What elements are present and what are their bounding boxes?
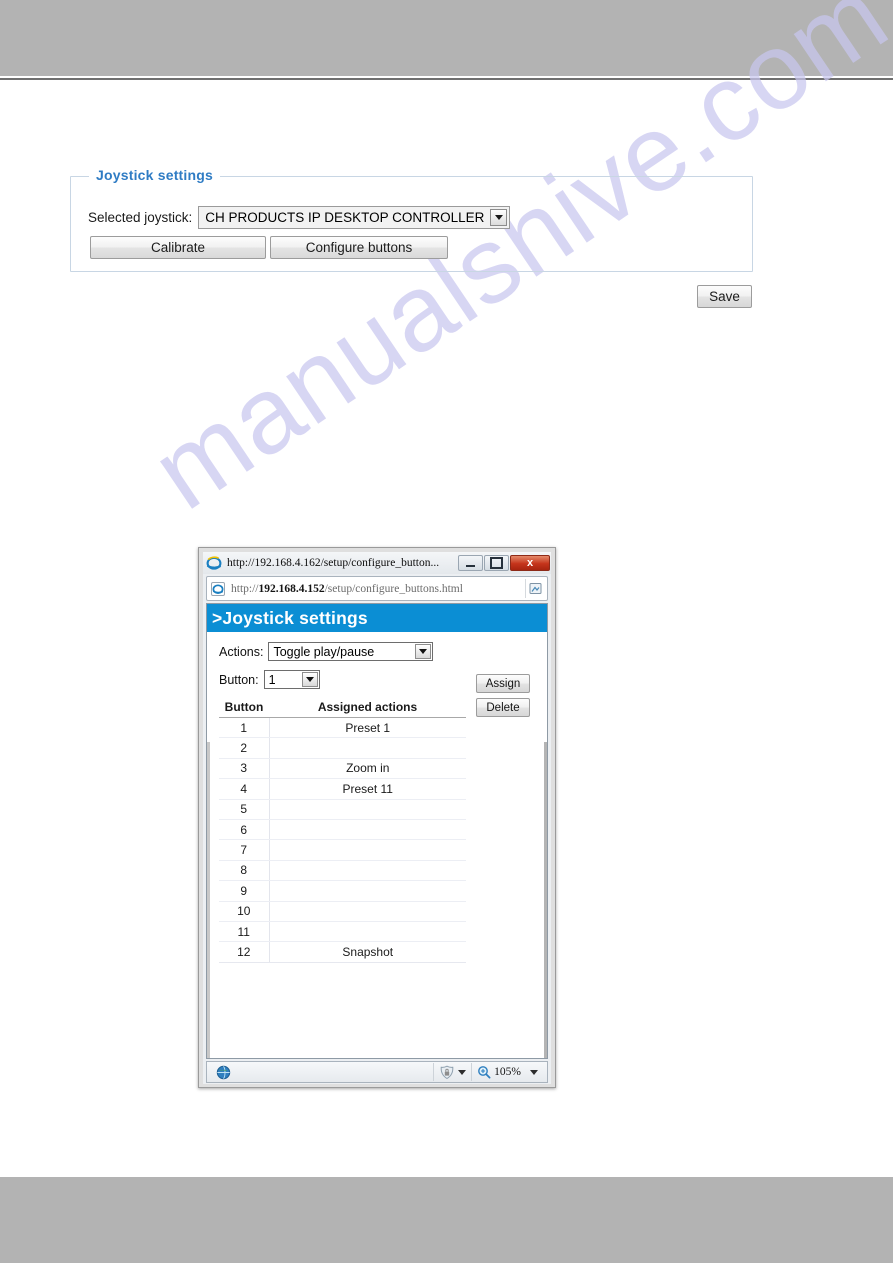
address-bar-ie-icon (210, 581, 226, 597)
cell-button: 5 (219, 799, 270, 820)
cell-action: Snapshot (269, 941, 466, 963)
selected-joystick-label: Selected joystick: (88, 210, 193, 225)
cell-action (269, 860, 466, 882)
table-row[interactable]: 8 (219, 860, 466, 882)
page-top-rule (0, 78, 893, 80)
chevron-down-icon[interactable] (490, 209, 508, 226)
chevron-down-icon[interactable] (530, 1069, 538, 1075)
popup-form-area: Actions: Toggle play/pause Button: 1 Ass… (207, 632, 547, 1058)
cell-button: 1 (219, 717, 270, 739)
button-number-select[interactable]: 1 (263, 670, 320, 689)
cell-action (269, 737, 466, 759)
actions-value: Toggle play/pause (273, 644, 375, 659)
address-path: /setup/configure_buttons.html (324, 582, 463, 595)
cell-action (269, 880, 466, 902)
chevron-down-icon[interactable] (458, 1069, 467, 1075)
cell-button: 4 (219, 778, 270, 800)
protected-mode-shield-icon[interactable] (433, 1063, 471, 1081)
assigned-actions-table-body: 1 Preset 1 2 3 Zoom in 4 Preset 11 5 6 7 8 … (219, 717, 466, 963)
chevron-down-icon[interactable] (301, 672, 318, 687)
selected-joystick-select[interactable]: CH PRODUCTS IP DESKTOP CONTROLLER (198, 206, 511, 229)
table-row[interactable]: 4 Preset 11 (219, 778, 466, 800)
configure-buttons-button[interactable]: Configure buttons (270, 236, 448, 259)
cell-button: 9 (219, 880, 270, 902)
vertical-scrollbar[interactable] (544, 742, 547, 1058)
cell-button: 12 (219, 941, 270, 963)
cell-action: Preset 1 (269, 717, 466, 739)
actions-select[interactable]: Toggle play/pause (268, 642, 434, 661)
assign-button[interactable]: Assign (476, 674, 530, 693)
page-top-band (0, 0, 893, 76)
assigned-actions-table: Button Assigned actions 1 Preset 1 2 3 Zoo… (219, 698, 466, 963)
zoom-level: 105% (494, 1066, 521, 1078)
minimize-icon[interactable] (458, 555, 483, 571)
close-icon[interactable]: x (510, 555, 550, 571)
window-controls: x (457, 555, 550, 571)
internet-explorer-icon (206, 555, 222, 571)
address-scheme: http:// (231, 582, 259, 595)
table-row[interactable]: 10 (219, 901, 466, 922)
page-bottom-band (0, 1177, 893, 1263)
column-header-assigned-actions: Assigned actions (269, 698, 466, 718)
delete-button[interactable]: Delete (476, 698, 530, 717)
cell-action (269, 839, 466, 861)
joystick-action-buttons: Calibrate Configure buttons (90, 236, 448, 259)
document-page: manualshive.com Joystick settings Select… (0, 0, 893, 1263)
cell-button: 3 (219, 758, 270, 780)
table-row[interactable]: 2 (219, 737, 466, 759)
cell-action (269, 921, 466, 943)
selected-joystick-row: Selected joystick: CH PRODUCTS IP DESKTO… (88, 206, 511, 229)
table-header-row: Button Assigned actions (219, 698, 466, 718)
maximize-icon[interactable] (484, 555, 509, 571)
cell-button: 11 (219, 921, 270, 943)
button-number-value: 1 (268, 672, 276, 687)
table-row[interactable]: 12 Snapshot (219, 941, 466, 963)
table-row[interactable]: 9 (219, 880, 466, 902)
popup-page-content: >Joystick settings Actions: Toggle play/… (206, 603, 548, 1059)
actions-label: Actions: (219, 644, 264, 659)
actions-row: Actions: Toggle play/pause (219, 642, 547, 661)
table-row[interactable]: 7 (219, 839, 466, 861)
internet-zone-globe-icon[interactable] (211, 1063, 236, 1081)
cell-action: Preset 11 (269, 778, 466, 800)
popup-statusbar: 105% (206, 1061, 548, 1083)
selected-joystick-value: CH PRODUCTS IP DESKTOP CONTROLLER (205, 210, 485, 225)
cell-action: Zoom in (269, 758, 466, 780)
table-row[interactable]: 1 Preset 1 (219, 717, 466, 739)
table-row[interactable]: 6 (219, 819, 466, 841)
rss-feed-icon[interactable] (525, 579, 545, 598)
cell-action (269, 799, 466, 820)
column-header-button: Button (219, 698, 269, 718)
popup-title: http://192.168.4.162/setup/configure_but… (227, 557, 440, 569)
cell-button: 6 (219, 819, 270, 841)
table-row[interactable]: 5 (219, 799, 466, 820)
zoom-control[interactable]: 105% (471, 1063, 543, 1081)
joystick-settings-fieldset: Joystick settings Selected joystick: CH … (70, 167, 753, 272)
zoom-magnifier-icon (478, 1066, 491, 1079)
cell-action (269, 901, 466, 922)
calibrate-button[interactable]: Calibrate (90, 236, 266, 259)
popup-window-inner: http://192.168.4.162/setup/configure_but… (203, 552, 551, 1084)
cell-action (269, 819, 466, 841)
cell-button: 10 (219, 901, 270, 922)
popup-page-title: >Joystick settings (207, 604, 547, 632)
address-host: 192.168.4.152 (258, 582, 325, 595)
joystick-settings-legend: Joystick settings (89, 167, 220, 183)
assign-delete-buttons: Assign Delete (476, 674, 530, 717)
table-row[interactable]: 3 Zoom in (219, 758, 466, 780)
cell-button: 8 (219, 860, 270, 882)
address-bar[interactable]: http://192.168.4.152/setup/configure_but… (206, 576, 548, 601)
popup-browser-window: http://192.168.4.162/setup/configure_but… (198, 547, 556, 1088)
table-row[interactable]: 11 (219, 921, 466, 943)
popup-titlebar[interactable]: http://192.168.4.162/setup/configure_but… (203, 552, 551, 574)
save-button[interactable]: Save (697, 285, 752, 308)
cell-button: 2 (219, 737, 270, 759)
chevron-down-icon[interactable] (415, 644, 432, 659)
button-label: Button: (219, 672, 259, 687)
cell-button: 7 (219, 839, 270, 861)
content-left-rule (207, 742, 210, 1058)
address-bar-url: http://192.168.4.152/setup/configure_but… (231, 583, 525, 595)
